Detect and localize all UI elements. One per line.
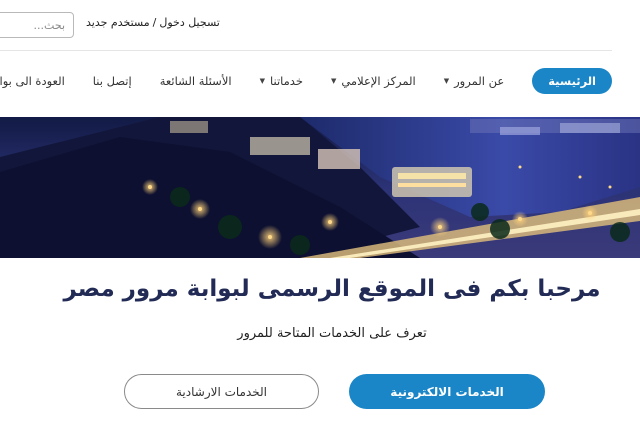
nav-item-our-services[interactable]: خدماتنا ▼ xyxy=(260,74,303,88)
button-label: الخدمات الارشادية xyxy=(175,384,268,399)
main-nav: الرئيسية عن المرور ▼ المركز الإعلامي ▼ خ… xyxy=(0,62,640,100)
guidance-services-button[interactable]: الخدمات الارشادية xyxy=(124,374,319,409)
electronic-services-button[interactable]: الخدمات الالكترونية xyxy=(349,374,545,409)
nav-item-faq[interactable]: الأسئلة الشائعة xyxy=(160,74,232,88)
nav-item-label: عن المرور xyxy=(454,74,505,88)
divider xyxy=(0,50,612,51)
welcome-title: مرحبا بكم فى الموقع الرسمى لبوابة مرور م… xyxy=(63,276,601,302)
hero-banner xyxy=(0,117,640,258)
nav-item-media-center[interactable]: المركز الإعلامي ▼ xyxy=(331,74,416,88)
nav-item-label: الرئيسية xyxy=(548,74,596,88)
button-label: الخدمات الالكترونية xyxy=(390,384,504,399)
search-input[interactable] xyxy=(5,18,65,32)
account-links: تسجيل دخول / مستخدم جديد xyxy=(86,16,220,29)
nav-item-contact[interactable]: إتصل بنا xyxy=(93,74,132,88)
caret-down-icon: ▼ xyxy=(443,77,450,85)
nav-item-label: العودة الى بوابة الو xyxy=(0,74,65,88)
nav-item-label: المركز الإعلامي xyxy=(341,74,416,88)
top-bar: تسجيل دخول / مستخدم جديد xyxy=(0,0,640,50)
nav-item-label: إتصل بنا xyxy=(92,74,132,88)
nav-item-label: الأسئلة الشائعة xyxy=(159,74,232,88)
search-box[interactable] xyxy=(0,12,74,38)
nav-item-home[interactable]: الرئيسية xyxy=(532,68,612,94)
caret-down-icon: ▼ xyxy=(330,77,337,85)
caret-down-icon: ▼ xyxy=(259,77,265,85)
welcome-subtitle: تعرف على الخدمات المتاحة للمرور xyxy=(237,326,427,341)
nav-item-about-traffic[interactable]: عن المرور ▼ xyxy=(444,74,504,88)
login-link[interactable]: تسجيل دخول xyxy=(159,16,220,29)
night-city-river-image xyxy=(0,117,640,258)
nav-item-back-to-portal[interactable]: العودة الى بوابة الو xyxy=(0,74,65,88)
new-user-link[interactable]: مستخدم جديد xyxy=(86,16,150,29)
link-separator: / xyxy=(152,16,157,29)
nav-item-label: خدماتنا xyxy=(269,74,303,88)
